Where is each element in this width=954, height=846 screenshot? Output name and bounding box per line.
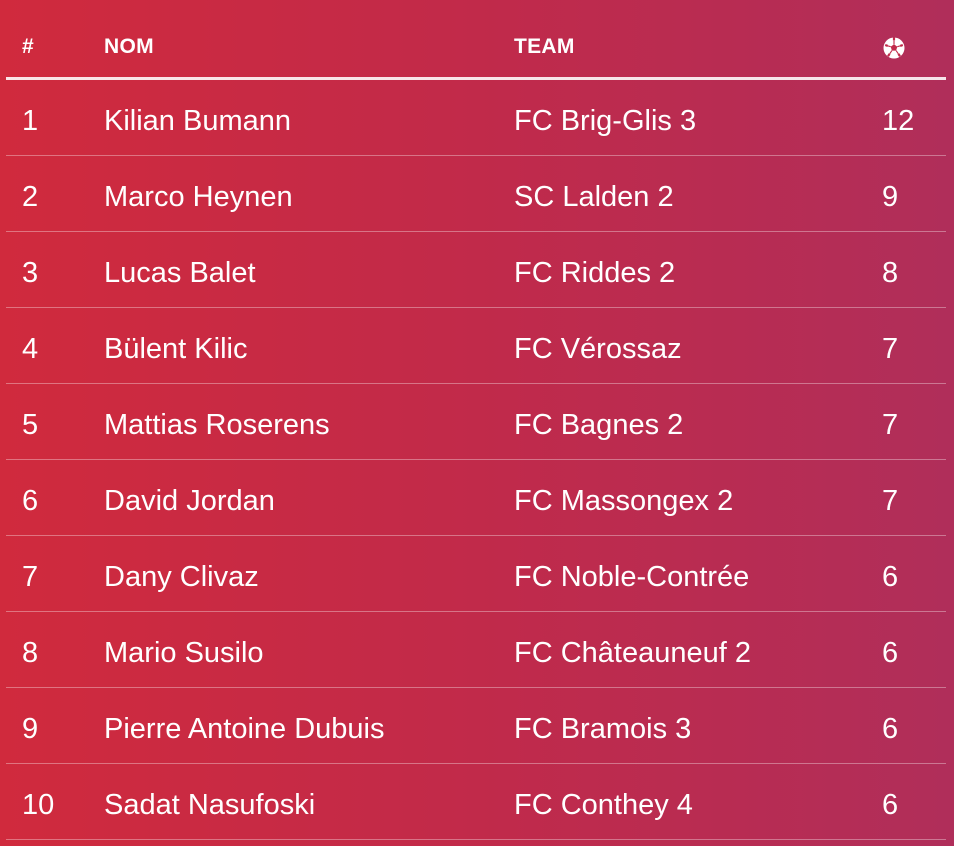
row-rank: 5 <box>22 409 39 441</box>
table-row[interactable]: 4 Bülent Kilic FC Vérossaz 7 <box>6 308 946 384</box>
row-goals: 8 <box>882 257 899 289</box>
row-goals: 7 <box>882 333 899 365</box>
header-rank[interactable]: # <box>22 35 34 59</box>
row-goals: 7 <box>882 485 899 517</box>
row-player-name: Sadat Nasufoski <box>104 789 316 821</box>
row-rank: 9 <box>22 713 39 745</box>
table-row[interactable]: 9 Pierre Antoine Dubuis FC Bramois 3 6 <box>6 688 946 764</box>
row-rank: 3 <box>22 257 39 289</box>
row-goals: 6 <box>882 637 899 669</box>
row-team-name: FC Riddes 2 <box>514 257 676 289</box>
table-row[interactable]: 1 Kilian Bumann FC Brig-Glis 3 12 <box>6 80 946 156</box>
table-row[interactable]: 5 Mattias Roserens FC Bagnes 2 7 <box>6 384 946 460</box>
table-row[interactable]: 2 Marco Heynen SC Lalden 2 9 <box>6 156 946 232</box>
row-player-name: Bülent Kilic <box>104 333 248 365</box>
row-rank: 6 <box>22 485 39 517</box>
row-goals: 6 <box>882 713 899 745</box>
row-player-name: Marco Heynen <box>104 181 293 213</box>
row-team-name: FC Bagnes 2 <box>514 409 684 441</box>
row-rank: 4 <box>22 333 39 365</box>
row-team-name: FC Brig-Glis 3 <box>514 105 697 137</box>
table-row[interactable]: 3 Lucas Balet FC Riddes 2 8 <box>6 232 946 308</box>
row-player-name: David Jordan <box>104 485 275 517</box>
row-team-name: FC Châteauneuf 2 <box>514 637 751 669</box>
row-rank: 2 <box>22 181 39 213</box>
table-header: # NOM TEAM <box>6 0 946 80</box>
row-player-name: Kilian Bumann <box>104 105 291 137</box>
header-team[interactable]: TEAM <box>514 35 575 59</box>
row-rank: 1 <box>22 105 39 137</box>
header-name[interactable]: NOM <box>104 35 154 59</box>
table-body: 1 Kilian Bumann FC Brig-Glis 3 12 2 Marco Hey… <box>6 80 946 840</box>
row-player-name: Dany Clivaz <box>104 561 259 593</box>
table-row[interactable]: 7 Dany Clivaz FC Noble-Contrée 6 <box>6 536 946 612</box>
row-goals: 6 <box>882 789 899 821</box>
row-rank: 7 <box>22 561 39 593</box>
row-goals: 7 <box>882 409 899 441</box>
scorers-table: # NOM TEAM 1 Kilian Bumann FC Brig-Glis 31… <box>6 0 946 840</box>
row-team-name: FC Conthey 4 <box>514 789 693 821</box>
row-player-name: Mario Susilo <box>104 637 264 669</box>
table-row[interactable]: 6 David Jordan FC Massongex 2 7 <box>6 460 946 536</box>
row-rank: 8 <box>22 637 39 669</box>
row-player-name: Lucas Balet <box>104 257 256 289</box>
row-team-name: FC Massongex 2 <box>514 485 734 517</box>
table-row[interactable]: 8 Mario Susilo FC Châteauneuf 2 6 <box>6 612 946 688</box>
row-goals: 9 <box>882 181 899 213</box>
row-team-name: FC Vérossaz <box>514 333 682 365</box>
row-goals: 12 <box>882 105 915 137</box>
row-rank: 10 <box>22 789 55 821</box>
row-team-name: FC Bramois 3 <box>514 713 692 745</box>
row-goals: 6 <box>882 561 899 593</box>
row-player-name: Mattias Roserens <box>104 409 330 441</box>
table-row[interactable]: 10 Sadat Nasufoski FC Conthey 4 6 <box>6 764 946 840</box>
soccer-ball-icon[interactable] <box>882 36 906 60</box>
row-player-name: Pierre Antoine Dubuis <box>104 713 385 745</box>
row-team-name: FC Noble-Contrée <box>514 561 750 593</box>
row-team-name: SC Lalden 2 <box>514 181 674 213</box>
